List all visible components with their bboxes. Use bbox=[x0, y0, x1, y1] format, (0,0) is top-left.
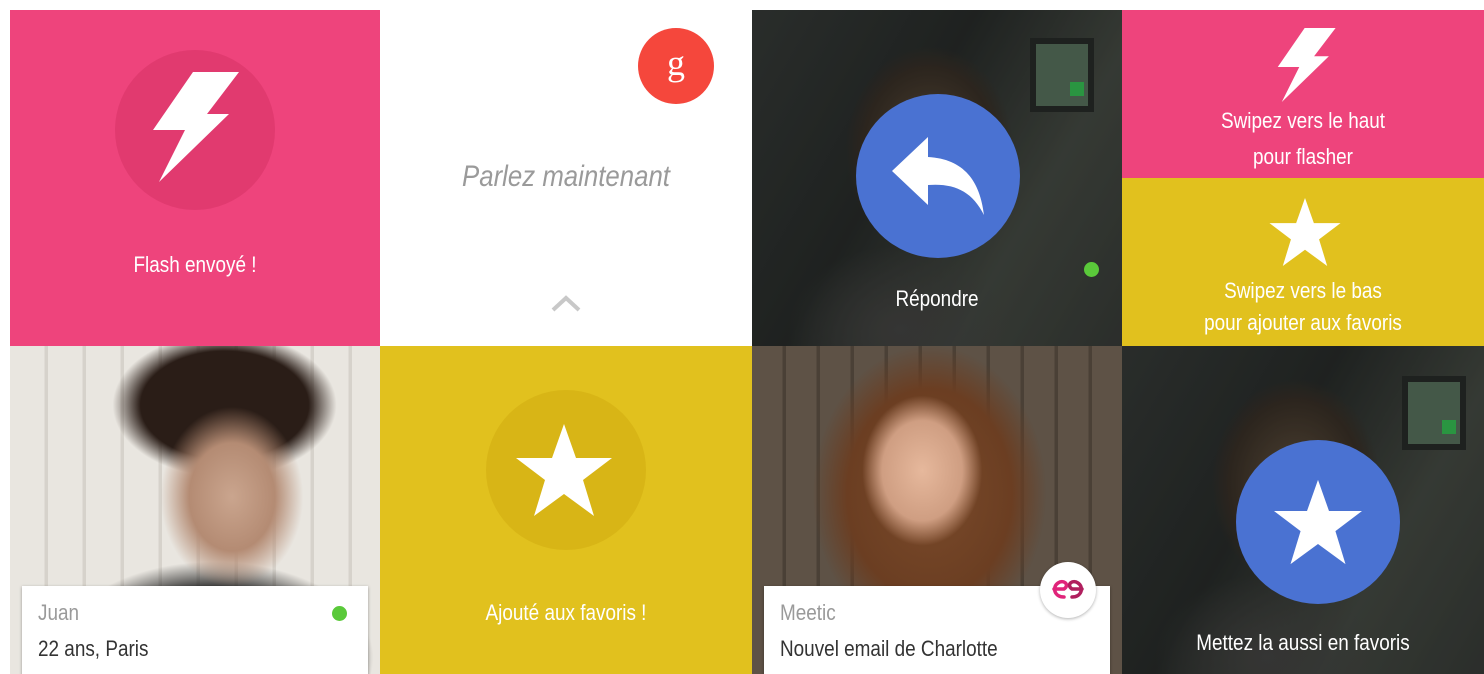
profile-card-juan[interactable]: Juan 22 ans, Paris bbox=[10, 346, 380, 674]
star-icon bbox=[1269, 197, 1341, 267]
meetic-logo bbox=[1040, 562, 1096, 618]
profile-details: 22 ans, Paris bbox=[38, 636, 149, 661]
favorite-suggestion-caption: Mettez la aussi en favoris bbox=[1196, 630, 1410, 655]
chevron-up-icon[interactable] bbox=[550, 293, 582, 313]
flash-sent-card[interactable]: Flash envoyé ! bbox=[10, 10, 380, 346]
notification-message: Nouvel email de Charlotte bbox=[780, 636, 998, 661]
favorite-suggestion-card[interactable]: Mettez la aussi en favoris bbox=[1122, 346, 1484, 674]
swipe-up-hint-card: Swipez vers le haut pour flasher bbox=[1122, 10, 1484, 178]
swipe-down-line2: pour ajouter aux favoris bbox=[1204, 310, 1402, 335]
voice-prompt-card[interactable]: g Parlez maintenant bbox=[380, 10, 752, 346]
reply-caption: Répondre bbox=[895, 286, 979, 311]
favorite-added-card[interactable]: Ajouté aux favoris ! bbox=[380, 346, 752, 674]
lightning-icon bbox=[1277, 28, 1336, 102]
meetic-notification-card[interactable]: Meetic Nouvel email de Charlotte bbox=[752, 346, 1122, 674]
google-logo-letter: g bbox=[667, 43, 685, 83]
profile-info-card[interactable]: Juan 22 ans, Paris bbox=[22, 586, 368, 674]
status-dot bbox=[1084, 262, 1099, 277]
favorite-added-caption: Ajouté aux favoris ! bbox=[485, 600, 647, 625]
swipe-down-hint-card: Swipez vers le bas pour ajouter aux favo… bbox=[1122, 178, 1484, 346]
voice-prompt-text: Parlez maintenant bbox=[462, 160, 670, 193]
star-icon bbox=[1274, 479, 1362, 565]
google-logo: g bbox=[638, 28, 714, 104]
reply-arrow-icon bbox=[892, 137, 984, 215]
star-icon bbox=[516, 424, 612, 516]
reply-card[interactable]: Répondre bbox=[752, 10, 1122, 346]
reply-button[interactable] bbox=[856, 94, 1020, 258]
swipe-up-line1: Swipez vers le haut bbox=[1220, 108, 1386, 133]
notification-app-name: Meetic bbox=[780, 600, 836, 625]
favorite-button[interactable] bbox=[1236, 440, 1400, 604]
flash-sent-caption: Flash envoyé ! bbox=[133, 252, 257, 277]
online-status-dot bbox=[332, 606, 347, 621]
lightning-icon bbox=[153, 72, 239, 182]
swipe-up-line2: pour flasher bbox=[1253, 144, 1353, 169]
swipe-down-line1: Swipez vers le bas bbox=[1224, 278, 1382, 303]
profile-name: Juan bbox=[38, 600, 80, 625]
watch-cards-grid: Flash envoyé ! g Parlez maintenant Répon… bbox=[10, 10, 1484, 674]
